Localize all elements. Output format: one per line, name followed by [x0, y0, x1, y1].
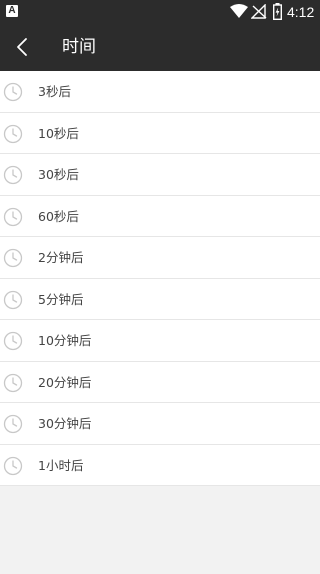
page-title: 时间	[62, 37, 96, 57]
status-time: 4:12	[287, 4, 315, 20]
clock-icon	[3, 373, 23, 392]
time-option-label: 30秒后	[38, 167, 79, 182]
clock-icon	[3, 82, 23, 102]
time-option-1h[interactable]: 1小时后	[0, 445, 320, 486]
time-option-label: 60秒后	[38, 208, 79, 224]
time-option-label: 10秒后	[38, 125, 79, 141]
time-option-label: 3秒后	[38, 84, 71, 99]
time-option-10min[interactable]: 10分钟后	[0, 320, 320, 362]
clock-icon	[3, 207, 23, 226]
time-option-20min[interactable]: 20分钟后	[0, 362, 320, 403]
back-button[interactable]	[10, 34, 36, 60]
time-option-list: 3秒后 10秒后 30秒后 60秒后 2分钟后 5分钟后 10分钟后 20分钟后…	[0, 71, 320, 486]
clock-icon	[3, 165, 23, 185]
clock-icon	[3, 414, 23, 434]
clock-icon	[3, 124, 23, 143]
time-option-3s[interactable]: 3秒后	[0, 71, 320, 113]
time-option-30s[interactable]: 30秒后	[0, 154, 320, 196]
clock-icon	[3, 290, 23, 309]
battery-charging-icon	[273, 3, 282, 20]
time-option-5min[interactable]: 5分钟后	[0, 279, 320, 320]
clock-icon	[3, 248, 23, 268]
clock-icon	[3, 456, 23, 475]
chevron-left-icon	[17, 38, 27, 56]
time-option-30min[interactable]: 30分钟后	[0, 403, 320, 445]
time-option-label: 20分钟后	[38, 374, 92, 390]
status-bar: A 4:12	[0, 0, 320, 24]
time-option-label: 2分钟后	[38, 250, 84, 265]
time-option-10s[interactable]: 10秒后	[0, 113, 320, 154]
time-option-60s[interactable]: 60秒后	[0, 196, 320, 237]
time-option-label: 5分钟后	[38, 291, 84, 307]
clock-icon	[3, 331, 23, 351]
time-option-label: 10分钟后	[38, 333, 92, 348]
app-badge-letter: A	[8, 5, 16, 16]
toolbar: 时间	[0, 24, 320, 71]
time-option-label: 30分钟后	[38, 416, 92, 431]
app-notification-icon: A	[6, 5, 18, 17]
wifi-icon	[230, 4, 248, 18]
time-option-label: 1小时后	[38, 457, 84, 473]
no-signal-icon	[251, 4, 267, 19]
time-option-2min[interactable]: 2分钟后	[0, 237, 320, 279]
